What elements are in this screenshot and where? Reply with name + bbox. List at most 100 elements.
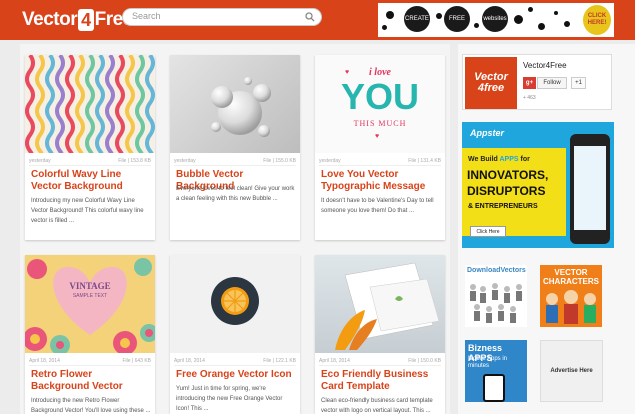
advertise-here-slot[interactable]: Advertise Here xyxy=(540,340,603,402)
post-thumbnail[interactable] xyxy=(170,55,300,153)
post-excerpt: Everyone loves to feel clean! Give your … xyxy=(176,186,295,202)
post-meta: yesterday File | 131.4 KB xyxy=(319,156,441,166)
ad-dot xyxy=(474,23,479,28)
post-meta: yesterday File | 155.0 KB xyxy=(174,156,296,166)
plus-one-button[interactable]: +1 xyxy=(571,77,586,89)
ad-dot xyxy=(564,21,570,27)
tagline-apps: APPS xyxy=(499,156,519,163)
post-title-link[interactable]: Colorful Wavy Line Vector Background xyxy=(31,169,153,193)
top-banner-ad[interactable]: CREATE FREE websites CLICK HERE! xyxy=(378,3,614,37)
bubbles-image xyxy=(211,77,271,137)
post-filesize: File | 153.8 KB xyxy=(118,158,151,164)
ad-bubble: websites xyxy=(482,6,508,32)
ad-dot xyxy=(538,23,545,30)
click-here-button[interactable]: Click Here xyxy=(470,226,506,237)
ad-dot xyxy=(528,7,533,12)
post-excerpt: Introducing the new Retro Flower Backgro… xyxy=(31,398,151,414)
post-meta: yesterday File | 153.8 KB xyxy=(29,156,151,166)
appster-headline-1: INNOVATORS, xyxy=(467,168,549,182)
top-bar: Vector 4 Free Search CREATE FREE websites … xyxy=(0,0,635,40)
post-title-link[interactable]: Love You Vector Typographic Message xyxy=(321,169,443,193)
post-excerpt: Clean eco-friendly business card templat… xyxy=(321,398,433,414)
ad-dot xyxy=(382,25,387,30)
vector-characters-ad[interactable]: VECTOR CHARACTERS xyxy=(540,265,602,327)
post-title-link[interactable]: Free Orange Vector Icon xyxy=(176,369,298,381)
heart-icon: ♥ xyxy=(375,133,380,140)
gplus-icon: g+ xyxy=(523,77,536,89)
brand-logo-badge[interactable]: Vector 4free xyxy=(465,57,517,109)
orange-icon-image xyxy=(211,277,259,325)
google-plus-widget: Vector 4free Vector4Free g+ Follow +1 + … xyxy=(462,54,612,110)
post-excerpt: It doesn't have to be Valentine's Day to… xyxy=(321,198,434,214)
phone-image xyxy=(483,374,505,402)
post-date: April 18, 2014 xyxy=(174,358,205,364)
post-thumbnail[interactable] xyxy=(170,255,300,353)
post-card[interactable]: April 18, 2014 File | 150.0 KB Eco Frien… xyxy=(315,255,445,414)
post-meta: April 18, 2014 File | 122.1 KB xyxy=(174,356,296,366)
vector-people-image xyxy=(470,283,522,323)
post-date: yesterday xyxy=(174,158,196,164)
ad-title: VECTOR CHARACTERS xyxy=(543,268,599,286)
logo-text: Vector xyxy=(22,9,78,30)
ad-dot xyxy=(514,15,523,24)
logo-number: 4 xyxy=(78,9,94,31)
appster-tagline: We Build APPS for xyxy=(468,156,530,163)
post-filesize: File | 155.0 KB xyxy=(263,158,296,164)
post-date: yesterday xyxy=(319,158,341,164)
click-here-button[interactable]: CLICK HERE! xyxy=(583,5,611,35)
post-card[interactable]: VINTAGE SAMPLE TEXT April 18, 2014 File … xyxy=(25,255,155,414)
ad-dot xyxy=(436,13,442,19)
appster-ad[interactable]: Appster We Build APPS for INNOVATORS, DI… xyxy=(462,122,614,248)
post-date: yesterday xyxy=(29,158,51,164)
post-filesize: File | 150.0 KB xyxy=(408,358,441,364)
search-icon[interactable] xyxy=(305,12,315,22)
love-line2: YOU xyxy=(340,76,419,117)
download-vectors-ad[interactable]: DownloadVectors xyxy=(465,265,527,327)
vintage-subtext: SAMPLE TEXT xyxy=(72,293,108,299)
post-date: April 18, 2014 xyxy=(29,358,60,364)
post-excerpt: Introducing my new Colorful Wavy Line Ve… xyxy=(31,198,144,224)
retro-flowers-image xyxy=(25,258,155,353)
post-date: April 18, 2014 xyxy=(319,358,350,364)
post-thumbnail[interactable]: i love YOU THIS MUCH ♥ ♥ xyxy=(315,55,445,153)
post-meta: April 18, 2014 File | 150.0 KB xyxy=(319,356,441,366)
bizness-apps-ad[interactable]: Bizness APPS Mobile Apps in minutes xyxy=(465,340,527,402)
follower-count: + 463 xyxy=(523,95,536,101)
post-card[interactable]: yesterday File | 155.0 KB Bubble Vector … xyxy=(170,55,300,240)
post-filesize: File | 643 KB xyxy=(122,358,151,364)
tagline-pre: We Build xyxy=(468,156,500,163)
wavy-lines-image xyxy=(25,55,155,153)
gplus-page-name[interactable]: Vector4Free xyxy=(523,61,567,70)
post-excerpt: Yum! Just in time for spring, we're intr… xyxy=(176,386,283,412)
ad-title: DownloadVectors xyxy=(467,267,526,274)
post-filesize: File | 122.1 KB xyxy=(263,358,296,364)
site-logo[interactable]: Vector 4 Free xyxy=(22,8,133,32)
tagline-post: for xyxy=(518,156,530,163)
ad-bubble: FREE xyxy=(444,6,470,32)
search-input[interactable]: Search xyxy=(122,8,322,26)
characters-image xyxy=(546,290,596,324)
post-card[interactable]: yesterday File | 153.8 KB Colorful Wavy … xyxy=(25,55,155,240)
ad-subtitle: Mobile Apps in minutes xyxy=(468,356,508,369)
follow-button[interactable]: Follow xyxy=(537,77,567,89)
post-card[interactable]: April 18, 2014 File | 122.1 KB Free Oran… xyxy=(170,255,300,414)
post-thumbnail[interactable] xyxy=(25,55,155,153)
appster-logo: Appster xyxy=(470,128,505,138)
love-line3: THIS MUCH xyxy=(353,119,407,128)
ad-dot xyxy=(386,11,394,19)
post-thumbnail[interactable]: VINTAGE SAMPLE TEXT xyxy=(25,255,155,353)
ad-dot xyxy=(554,11,558,15)
heart-icon: ♥ xyxy=(345,69,350,76)
post-meta: April 18, 2014 File | 643 KB xyxy=(29,356,151,366)
post-title-link[interactable]: Retro Flower Background Vector xyxy=(31,369,153,393)
business-card-image xyxy=(335,262,440,350)
post-thumbnail[interactable] xyxy=(315,255,445,353)
post-filesize: File | 131.4 KB xyxy=(408,158,441,164)
appster-headline-3: & ENTREPRENEURS xyxy=(468,203,538,210)
phone-screen xyxy=(574,146,606,230)
appster-headline-2: DISRUPTORS xyxy=(467,184,546,198)
post-card[interactable]: i love YOU THIS MUCH ♥ ♥ yesterday File … xyxy=(315,55,445,240)
post-title-link[interactable]: Eco Friendly Business Card Template xyxy=(321,369,443,393)
ad-bubble: CREATE xyxy=(404,6,430,32)
vintage-text: VINTAGE xyxy=(69,281,111,291)
